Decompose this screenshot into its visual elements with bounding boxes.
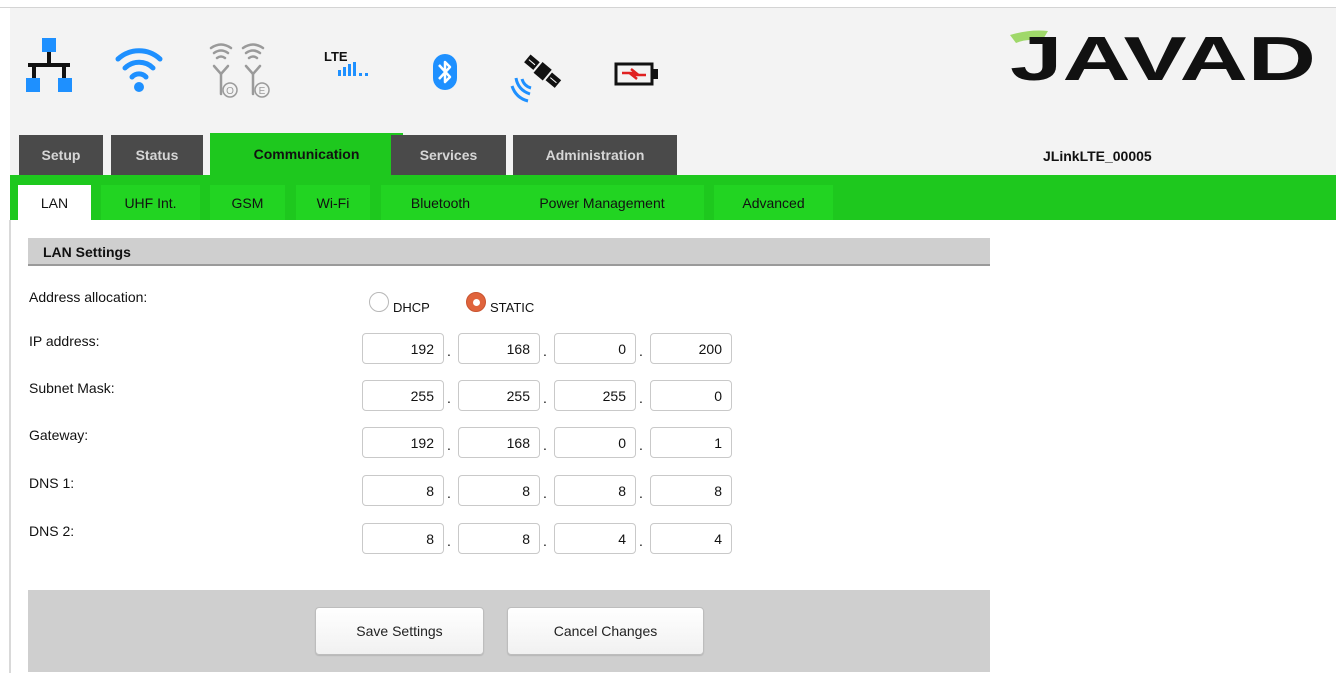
- dns1-dot-2: .: [543, 485, 547, 501]
- gateway-dot-1: .: [447, 437, 451, 453]
- radio-static[interactable]: STATIC: [466, 290, 534, 316]
- dns1-dot-3: .: [639, 485, 643, 501]
- subnet-mask-label: Subnet Mask:: [29, 380, 115, 396]
- subnet-mask-octet-4[interactable]: [650, 380, 732, 411]
- button-bar: Save Settings Cancel Changes: [28, 590, 990, 672]
- javad-logo: JAVAD: [1010, 25, 1316, 85]
- gateway-dot-3: .: [639, 437, 643, 453]
- subtab-uhf-int[interactable]: UHF Int.: [101, 185, 200, 220]
- gateway-octet-2[interactable]: [458, 427, 540, 458]
- radio-static-label: STATIC: [490, 300, 535, 315]
- ip-address-label: IP address:: [29, 333, 100, 349]
- radio-dhcp[interactable]: DHCP: [369, 290, 430, 316]
- ip-address-octet-2[interactable]: [458, 333, 540, 364]
- tab-status[interactable]: Status: [111, 135, 203, 175]
- gateway-octet-4[interactable]: [650, 427, 732, 458]
- satellite-icon: [510, 54, 562, 103]
- lan-icon: [26, 38, 72, 92]
- ip-address-octet-1[interactable]: [362, 333, 444, 364]
- dns1-octet-4[interactable]: [650, 475, 732, 506]
- ip-address-octet-4[interactable]: [650, 333, 732, 364]
- uhf-sub-b: E: [259, 86, 266, 97]
- subtab-lan[interactable]: LAN: [18, 185, 91, 220]
- dns2-octet-3[interactable]: [554, 523, 636, 554]
- subnet-mask-dot-2: .: [543, 390, 547, 406]
- gateway-dot-2: .: [543, 437, 547, 453]
- section-title: LAN Settings: [28, 238, 990, 266]
- subtab-power-management[interactable]: Power Management: [500, 185, 704, 220]
- dns2-label: DNS 2:: [29, 523, 75, 539]
- dns2-dot-2: .: [543, 533, 547, 549]
- gateway-label: Gateway:: [29, 427, 89, 443]
- bluetooth-icon: [433, 54, 457, 90]
- tab-setup[interactable]: Setup: [19, 135, 103, 175]
- dns2-octet-2[interactable]: [458, 523, 540, 554]
- dns2-octet-4[interactable]: [650, 523, 732, 554]
- save-settings-button[interactable]: Save Settings: [315, 607, 484, 655]
- dns2-dot-1: .: [447, 533, 451, 549]
- radio-static-circle[interactable]: [466, 292, 486, 312]
- dns1-octet-2[interactable]: [458, 475, 540, 506]
- dns1-octet-1[interactable]: [362, 475, 444, 506]
- dns1-label: DNS 1:: [29, 475, 75, 491]
- tab-services[interactable]: Services: [391, 135, 506, 175]
- device-name: JLinkLTE_00005: [1043, 148, 1152, 164]
- subnet-mask-octet-2[interactable]: [458, 380, 540, 411]
- radio-dhcp-circle[interactable]: [369, 292, 389, 312]
- cancel-changes-button[interactable]: Cancel Changes: [507, 607, 704, 655]
- sub-tab-bar: LAN UHF Int. GSM Wi-Fi Bluetooth Power M…: [10, 175, 1336, 220]
- ip-address-dot-3: .: [639, 343, 643, 359]
- uhf-sub-a: O: [226, 86, 234, 97]
- uhf-radio-icon: O E: [209, 43, 270, 98]
- dns1-dot-1: .: [447, 485, 451, 501]
- subtab-wifi[interactable]: Wi-Fi: [296, 185, 370, 220]
- subnet-mask-dot-1: .: [447, 390, 451, 406]
- subtab-gsm[interactable]: GSM: [210, 185, 285, 220]
- tab-administration[interactable]: Administration: [513, 135, 677, 175]
- content-left-border: [9, 220, 11, 673]
- top-border: [0, 0, 1336, 8]
- radio-dhcp-label: DHCP: [393, 300, 430, 315]
- subtab-advanced[interactable]: Advanced: [714, 185, 833, 220]
- address-allocation-label: Address allocation:: [29, 289, 148, 305]
- gateway-octet-3[interactable]: [554, 427, 636, 458]
- lte-signal-icon: LTE: [324, 49, 368, 76]
- subtab-bluetooth[interactable]: Bluetooth: [381, 185, 500, 220]
- dns2-octet-1[interactable]: [362, 523, 444, 554]
- battery-icon: [614, 62, 658, 86]
- brand-logo-text: JAVAD: [1010, 25, 1316, 85]
- wifi-icon: [115, 48, 163, 92]
- ip-address-dot-1: .: [447, 343, 451, 359]
- lte-label: LTE: [324, 49, 348, 64]
- subnet-mask-dot-3: .: [639, 390, 643, 406]
- gateway-octet-1[interactable]: [362, 427, 444, 458]
- ip-address-octet-3[interactable]: [554, 333, 636, 364]
- subnet-mask-octet-3[interactable]: [554, 380, 636, 411]
- dns1-octet-3[interactable]: [554, 475, 636, 506]
- ip-address-dot-2: .: [543, 343, 547, 359]
- dns2-dot-3: .: [639, 533, 643, 549]
- subnet-mask-octet-1[interactable]: [362, 380, 444, 411]
- tab-communication[interactable]: Communication: [210, 133, 403, 175]
